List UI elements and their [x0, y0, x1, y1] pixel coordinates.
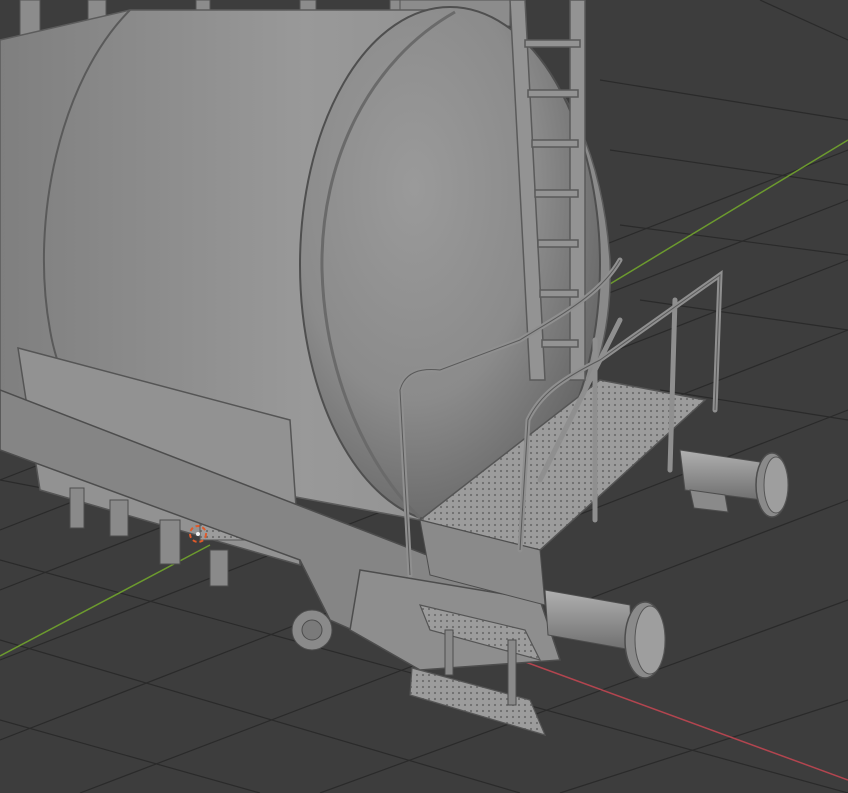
x-axis-line: [519, 659, 848, 781]
3d-viewport[interactable]: [0, 0, 848, 793]
axle-hub: [301, 619, 323, 641]
step-hanger-right: [507, 639, 517, 706]
buffer-left: [544, 589, 666, 679]
tank-wagon-model[interactable]: [0, 0, 789, 736]
lower-step-2: [409, 667, 547, 736]
step-hanger-left: [444, 629, 454, 676]
